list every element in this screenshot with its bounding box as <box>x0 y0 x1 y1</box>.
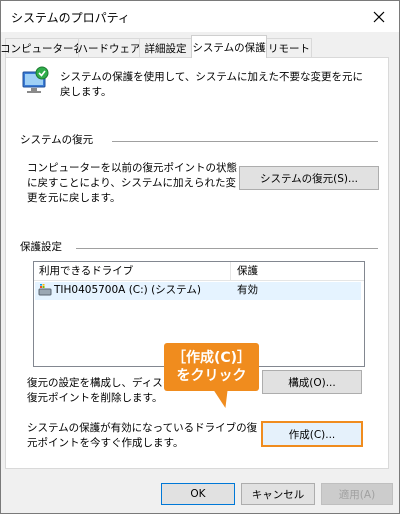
protection-group-divider <box>76 248 378 249</box>
apply-button[interactable]: 適用(A) <box>321 483 393 505</box>
drive-status-cell: 有効 <box>237 284 258 296</box>
dialog-button-bar: OK キャンセル 適用(A) <box>1 475 399 513</box>
drive-name-cell: TIH0405700A (C:) (システム) <box>54 284 201 296</box>
column-header-protection[interactable]: 保護 <box>237 264 258 279</box>
configure-button[interactable]: 構成(O)... <box>262 370 362 394</box>
drive-list-header: 利用できるドライブ 保護 <box>34 262 364 281</box>
system-restore-button[interactable]: システムの復元(S)... <box>239 166 379 190</box>
drive-icon <box>38 284 52 298</box>
restore-group-divider <box>112 141 378 142</box>
callout-line-1: ［作成(C)］ <box>171 350 252 366</box>
system-protection-panel: システムの保護を使用して、システムに加えた不要な変更を元に戻します。 システムの… <box>5 57 389 469</box>
restore-group-title: システムの復元 <box>20 134 94 146</box>
restore-description: コンピューターを以前の復元ポイントの状態に戻すことにより、システムに加えられた変… <box>27 162 237 204</box>
column-separator[interactable] <box>230 262 231 280</box>
callout-line-2: をクリック <box>176 368 247 384</box>
tab-computer-name[interactable]: コンピューター名 <box>0 38 84 57</box>
tab-advanced[interactable]: 詳細設定 <box>139 38 192 57</box>
window-title: システムのプロパティ <box>11 11 130 25</box>
title-bar: システムのプロパティ <box>1 1 399 32</box>
intro-text: システムの保護を使用して、システムに加えた不要な変更を元に戻します。 <box>60 71 364 98</box>
ok-button[interactable]: OK <box>161 483 235 505</box>
close-icon <box>373 11 385 22</box>
system-protection-icon <box>20 66 50 96</box>
column-header-drive[interactable]: 利用できるドライブ <box>39 264 133 279</box>
create-description: システムの保護が有効になっているドライブの復元ポイントを今すぐ作成します。 <box>27 422 258 449</box>
system-properties-window: システムのプロパティ コンピューター名 ハードウェア 詳細設定 システムの保護 … <box>0 0 400 514</box>
close-button[interactable] <box>359 1 399 32</box>
tab-remote[interactable]: リモート <box>266 38 312 57</box>
protection-group-title: 保護設定 <box>20 241 62 253</box>
cancel-button[interactable]: キャンセル <box>241 483 315 505</box>
tab-hardware[interactable]: ハードウェア <box>78 38 141 57</box>
table-row[interactable]: TIH0405700A (C:) (システム) 有効 <box>35 282 361 300</box>
click-instruction-callout: ［作成(C)］ をクリック <box>164 343 259 391</box>
create-button[interactable]: 作成(C)... <box>261 421 363 447</box>
tab-system-protection[interactable]: システムの保護 <box>191 35 267 58</box>
